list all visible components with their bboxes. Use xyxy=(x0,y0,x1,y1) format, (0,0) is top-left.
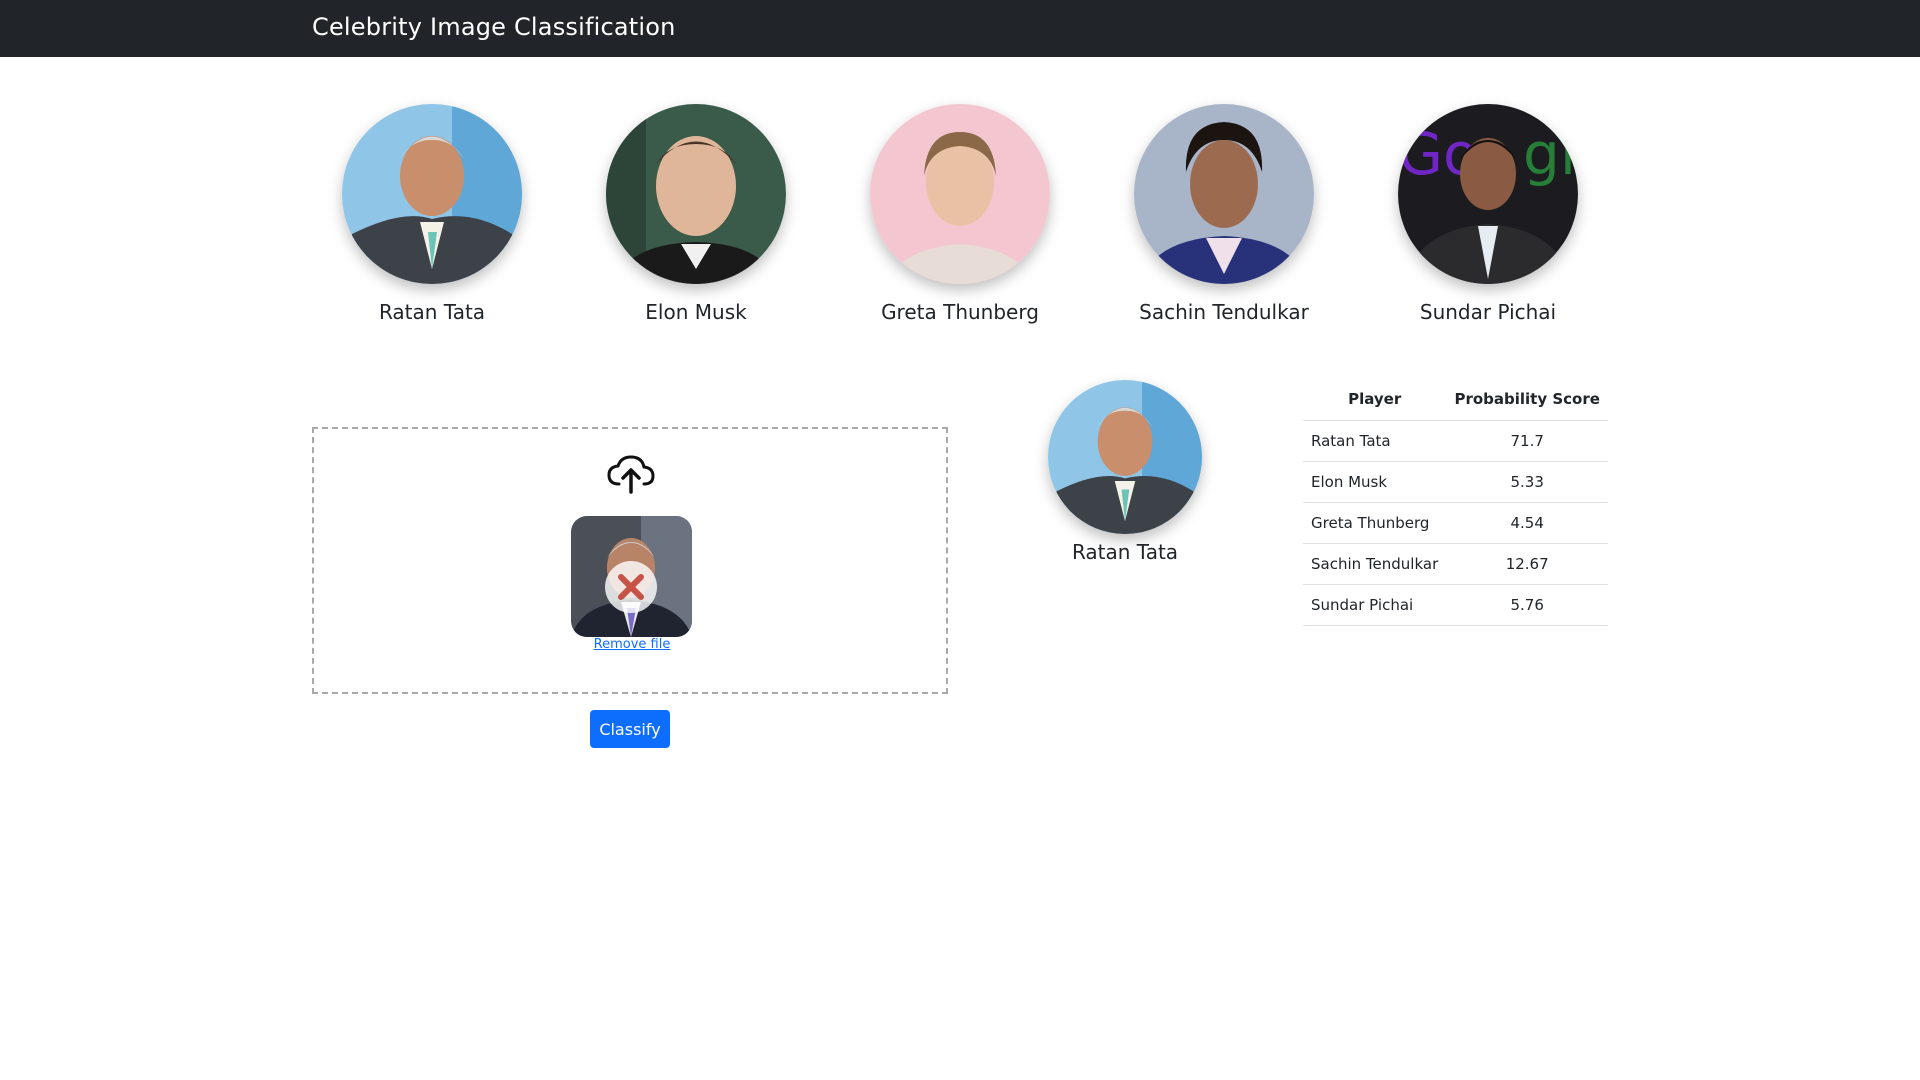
player-cell: Sundar Pichai xyxy=(1303,584,1447,626)
celebrity-card-sundar-pichai: Go gl Sundar Pichai xyxy=(1356,104,1620,324)
score-cell: 12.67 xyxy=(1446,543,1608,585)
celebrity-card-ratan-tata: Ratan Tata xyxy=(300,104,564,324)
score-cell: 5.33 xyxy=(1446,461,1608,503)
table-row: Ratan Tata 71.7 xyxy=(1303,420,1608,462)
table-row: Greta Thunberg 4.54 xyxy=(1303,502,1608,544)
celebrity-name: Ratan Tata xyxy=(378,300,486,324)
table-row: Sundar Pichai 5.76 xyxy=(1303,584,1608,626)
svg-text:gl: gl xyxy=(1523,120,1576,188)
remove-x-icon[interactable] xyxy=(605,561,657,613)
column-header: Probability Score xyxy=(1446,379,1608,421)
celebrity-card-greta-thunberg: Greta Thunberg xyxy=(828,104,1092,324)
result-name: Ratan Tata xyxy=(1071,540,1179,564)
player-cell: Greta Thunberg xyxy=(1303,502,1447,544)
player-cell: Sachin Tendulkar xyxy=(1303,543,1447,585)
greta-thunberg-photo xyxy=(870,104,1050,284)
table-header-row: Player Probability Score xyxy=(1303,379,1608,421)
remove-file-link[interactable]: Remove file xyxy=(314,637,950,652)
elon-musk-photo xyxy=(606,104,786,284)
probability-table: Player Probability Score Ratan Tata 71.7… xyxy=(1303,379,1608,626)
table-row: Sachin Tendulkar 12.67 xyxy=(1303,543,1608,585)
app-title[interactable]: Celebrity Image Classification xyxy=(312,13,676,41)
player-cell: Ratan Tata xyxy=(1303,420,1447,462)
celebrity-card-elon-musk: Elon Musk xyxy=(564,104,828,324)
image-dropzone[interactable]: Remove file xyxy=(312,427,948,694)
celebrity-card-sachin-tendulkar: Sachin Tendulkar xyxy=(1092,104,1356,324)
table-row: Elon Musk 5.33 xyxy=(1303,461,1608,503)
score-cell: 5.76 xyxy=(1446,584,1608,626)
celebrity-name: Sachin Tendulkar xyxy=(1139,300,1309,324)
score-cell: 71.7 xyxy=(1446,420,1608,462)
celebrity-name: Sundar Pichai xyxy=(1419,300,1557,324)
column-header: Player xyxy=(1303,379,1447,421)
player-cell: Elon Musk xyxy=(1303,461,1447,503)
cloud-upload-icon xyxy=(606,454,656,494)
score-cell: 4.54 xyxy=(1446,502,1608,544)
celebrity-name: Elon Musk xyxy=(645,300,747,324)
navbar: Celebrity Image Classification xyxy=(0,0,1920,57)
result-photo xyxy=(1048,380,1202,534)
classification-result: Ratan Tata xyxy=(1030,380,1220,564)
sundar-pichai-photo: Go gl xyxy=(1398,104,1578,284)
ratan-tata-photo xyxy=(342,104,522,284)
sachin-tendulkar-photo xyxy=(1134,104,1314,284)
classify-button[interactable]: Classify xyxy=(590,710,670,748)
celebrity-name: Greta Thunberg xyxy=(881,300,1039,324)
uploaded-image-preview xyxy=(571,516,692,637)
